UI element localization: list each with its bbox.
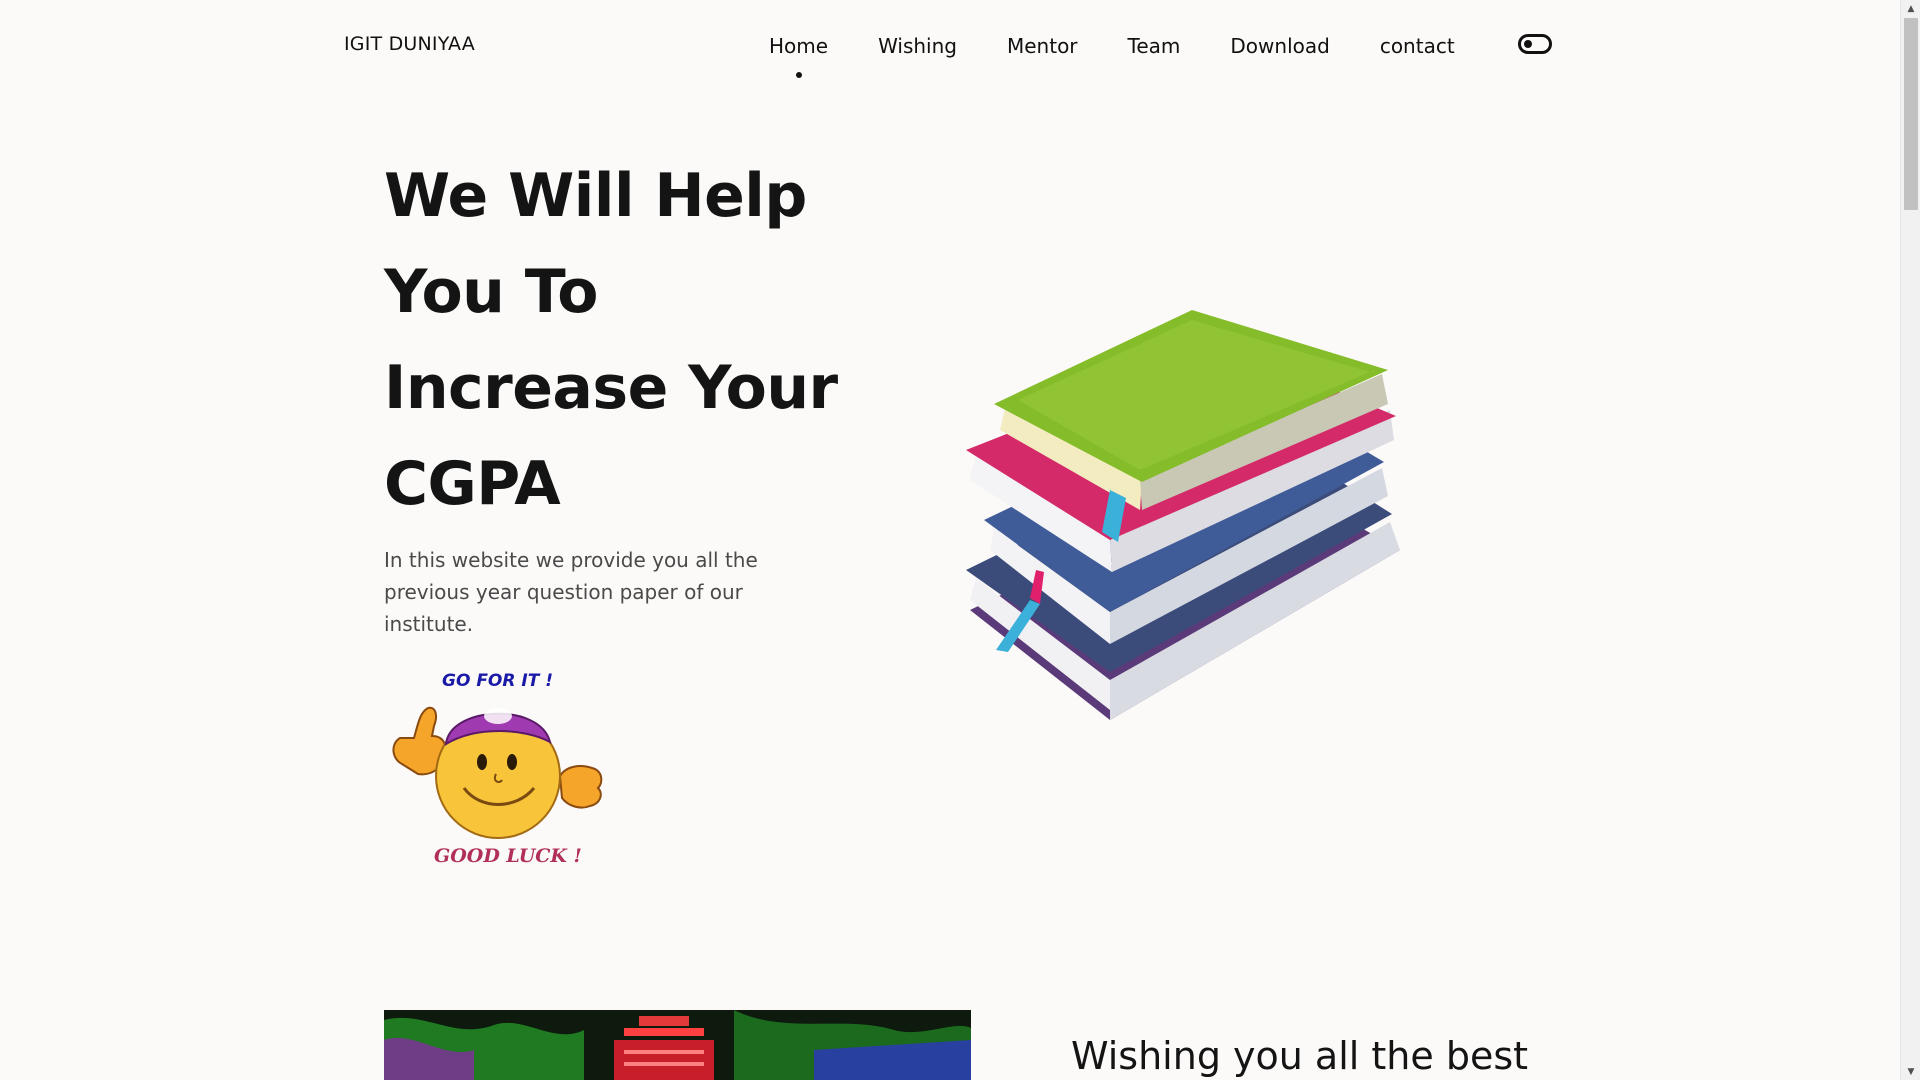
nav-link-wishing[interactable]: Wishing — [878, 34, 957, 58]
page-scrollbar[interactable]: ▲ ▼ — [1900, 0, 1920, 1080]
hero-description: In this website we provide you all the p… — [384, 548, 758, 636]
hero-title: We Will Help You To Increase Your CGPA — [384, 148, 844, 532]
nav-link-download[interactable]: Download — [1230, 34, 1329, 58]
scroll-down-arrow-icon[interactable]: ▼ — [1901, 1063, 1920, 1080]
scrollbar-thumb[interactable] — [1904, 18, 1918, 210]
scroll-up-arrow-icon[interactable]: ▲ — [1901, 0, 1920, 17]
nav-link-mentor[interactable]: Mentor — [1007, 34, 1078, 58]
hero-title-line: CGPA — [384, 449, 561, 519]
main-nav: Home Wishing Mentor Team Download contac… — [769, 31, 1455, 78]
hero-title-line: You To — [384, 257, 598, 327]
sticker-top-text: GO FOR IT ! — [442, 671, 553, 691]
campus-photo-graphic — [384, 1010, 971, 1080]
nav-link-home[interactable]: Home — [769, 34, 828, 78]
books-stack-image — [966, 310, 1400, 720]
hero-title-line: We Will Help — [384, 161, 807, 231]
nav-link-contact[interactable]: contact — [1380, 34, 1455, 58]
campus-photo-image — [384, 1010, 971, 1080]
wishing-section-title: Wishing you all the best — [1071, 1034, 1529, 1078]
nav-link-team[interactable]: Team — [1128, 34, 1181, 58]
theme-toggle-icon[interactable] — [1518, 34, 1552, 54]
good-luck-sticker-image: GO FOR IT ! GOOD LUCK ! — [392, 671, 603, 864]
hero-title-line: Increase Your — [384, 353, 838, 423]
site-brand[interactable]: IGIT DUNIYAA — [344, 33, 475, 55]
site-header: IGIT DUNIYAA Home Wishing Mentor Team Do… — [0, 0, 1900, 92]
toggle-knob — [1524, 40, 1532, 48]
sticker-bottom-text: GOOD LUCK ! — [434, 845, 582, 864]
